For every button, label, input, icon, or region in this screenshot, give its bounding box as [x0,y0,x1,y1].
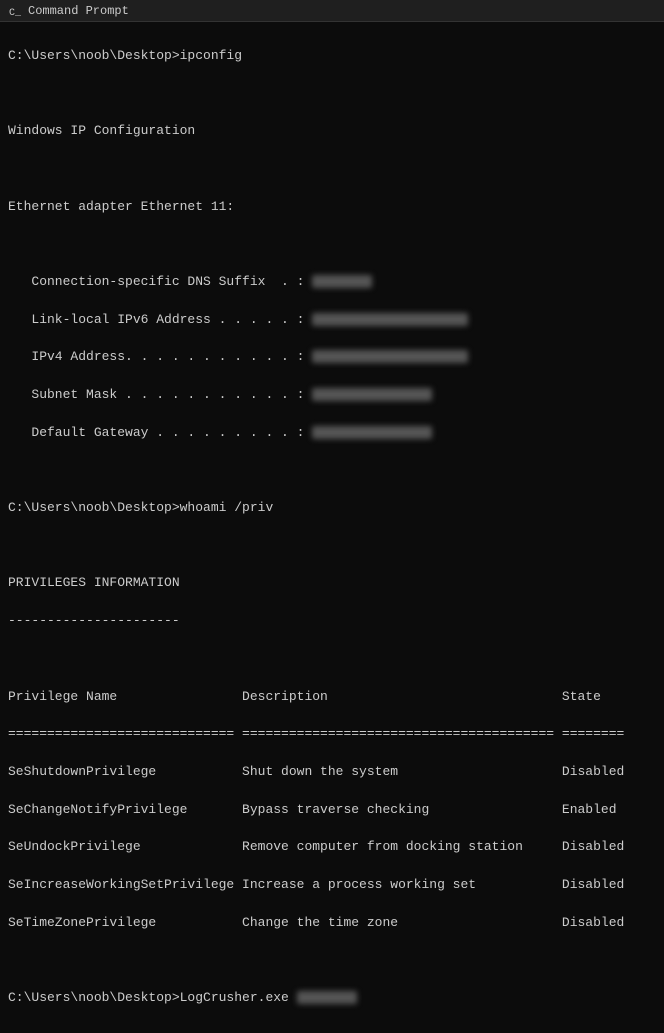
line-blank7 [8,951,656,970]
line-gateway: Default Gateway . . . . . . . . . : xxxx… [8,424,656,443]
line-ethernet-header: Ethernet adapter Ethernet 11: [8,198,656,217]
line-blank2 [8,160,656,179]
line-cmd3: C:\Users\noob\Desktop>LogCrusher.exe xxx… [8,989,656,1008]
line-cmd2: C:\Users\noob\Desktop>whoami /priv [8,499,656,518]
dns-label: Connection-specific DNS Suffix . : [8,274,312,289]
line-cmd1: C:\Users\noob\Desktop>ipconfig [8,47,656,66]
subnet-value-blurred: xxxxxxxxxxxxxxx [312,388,432,401]
line-blank4 [8,461,656,480]
gateway-value-blurred: xxxxxxxxxxxxxxx [312,426,432,439]
ipv4-label: IPv4 Address. . . . . . . . . . . : [8,349,312,364]
title-bar: C_ Command Prompt [0,0,664,22]
window-title: Command Prompt [28,4,129,18]
line-blank3 [8,235,656,254]
ipv6-label: Link-local IPv6 Address . . . . . : [8,312,312,327]
line-priv-sep: ---------------------- [8,612,656,631]
line-blank5 [8,537,656,556]
logcrusher-args-blurred: xxx xxx [297,991,357,1004]
line-subnet: Subnet Mask . . . . . . . . . . . : xxxx… [8,386,656,405]
svg-text:C_: C_ [9,8,22,18]
line-win-ip: Windows IP Configuration [8,122,656,141]
line-priv3: SeUndockPrivilege Remove computer from d… [8,838,656,857]
line-priv1: SeShutdownPrivilege Shut down the system… [8,763,656,782]
line-blank1 [8,85,656,104]
line-blank6 [8,650,656,669]
terminal-output: C:\Users\noob\Desktop>ipconfig Windows I… [0,22,664,1033]
gateway-label: Default Gateway . . . . . . . . . : [8,425,312,440]
line-col-sep: ============================= ==========… [8,725,656,744]
ipv4-value-blurred: xxxxxxxxxxxxxxxxxxxx [312,350,468,363]
line-priv4: SeIncreaseWorkingSetPrivilege Increase a… [8,876,656,895]
line-ipv4: IPv4 Address. . . . . . . . . . . : xxxx… [8,348,656,367]
subnet-label: Subnet Mask . . . . . . . . . . . : [8,387,312,402]
line-priv2: SeChangeNotifyPrivilege Bypass traverse … [8,801,656,820]
line-col-header: Privilege Name Description State [8,688,656,707]
cmd-icon: C_ [8,4,22,18]
dns-value-blurred: xxx [312,275,372,288]
line-ipv6: Link-local IPv6 Address . . . . . : xxxx… [8,311,656,330]
line-priv5: SeTimeZonePrivilege Change the time zone… [8,914,656,933]
ipv6-value-blurred: xxxxxxxxxxxxxxxxxxxx [312,313,468,326]
line-dns: Connection-specific DNS Suffix . : xxx [8,273,656,292]
